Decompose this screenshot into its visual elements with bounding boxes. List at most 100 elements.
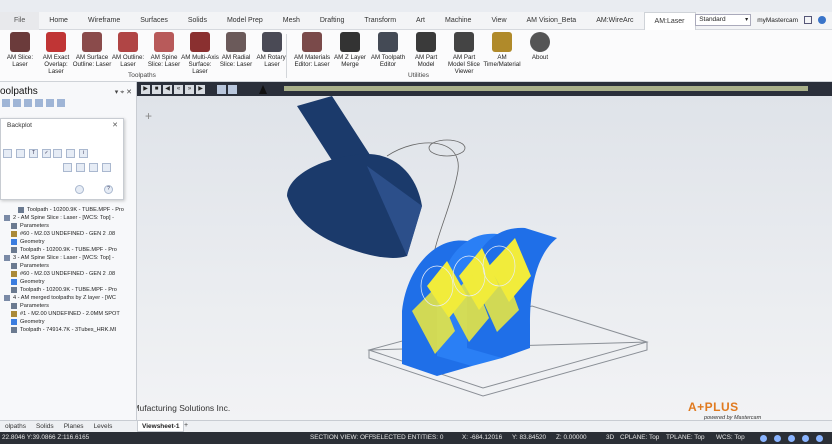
tree-item[interactable]: Toolpath - 74914.7K - 3Tubes_HRK.MI: [4, 326, 136, 334]
playback-slider[interactable]: [284, 86, 808, 91]
utility-button-1[interactable]: AM Z Layer Merge: [330, 32, 370, 68]
bp-ok-icon[interactable]: [75, 185, 84, 194]
tab-file[interactable]: File: [0, 11, 40, 30]
tab-machine[interactable]: Machine: [435, 12, 481, 30]
utility-button-4[interactable]: AM Part Model Slice Viewer: [444, 32, 484, 75]
close-icon[interactable]: ✕: [112, 121, 118, 129]
bp-help-icon[interactable]: ?: [104, 185, 113, 194]
status-section-view[interactable]: SECTION VIEW: OFF: [310, 432, 373, 444]
tree-item[interactable]: 3 - AM Spine Slice : Laser - [WCS: Top] …: [4, 254, 136, 262]
chat-icon[interactable]: [804, 16, 812, 24]
ribbon-button-4[interactable]: AM Spine Slice: Laser: [144, 32, 184, 68]
tab-am-vision-beta[interactable]: AM Vision_Beta: [517, 12, 587, 30]
speed-icon[interactable]: [228, 84, 237, 94]
tree-item[interactable]: Parameters: [4, 222, 136, 230]
bp-export-icon[interactable]: [102, 163, 111, 172]
bp-color-icon[interactable]: [66, 149, 75, 158]
forward-icon[interactable]: »: [185, 84, 194, 94]
tab-art[interactable]: Art: [406, 12, 435, 30]
viewsheet-tab[interactable]: Viewsheet-1: [137, 420, 185, 432]
globe-icon[interactable]: [774, 435, 781, 442]
tree-item[interactable]: Geometry: [4, 278, 136, 286]
bp-filter-icon[interactable]: [53, 149, 62, 158]
select-all-icon[interactable]: [2, 99, 10, 107]
tab-surfaces[interactable]: Surfaces: [130, 12, 178, 30]
stop-icon[interactable]: ■: [152, 84, 161, 94]
tab-home[interactable]: Home: [39, 12, 78, 30]
tree-node-icon: [4, 255, 10, 261]
wireframe-icon[interactable]: [802, 435, 809, 442]
tree-item[interactable]: Parameters: [4, 262, 136, 270]
utility-button-6[interactable]: About: [520, 32, 560, 61]
bp-tool-icon[interactable]: T: [29, 149, 38, 158]
group-label-utilities: Utilities: [408, 72, 429, 79]
tab-am-wirearc[interactable]: AM:WireArc: [586, 12, 643, 30]
manager-tab-3[interactable]: Levels: [89, 423, 118, 430]
utility-button-5[interactable]: AM Time/Material: [482, 32, 522, 68]
view-cube-icon[interactable]: [760, 435, 767, 442]
bp-display-icon[interactable]: [3, 149, 12, 158]
bp-axes-icon[interactable]: [16, 149, 25, 158]
utility-button-0[interactable]: AM Materials Editor: Laser: [292, 32, 332, 68]
bp-info-icon[interactable]: i: [79, 149, 88, 158]
tree-item[interactable]: 4 - AM merged toolpaths by Z layer - [WC: [4, 294, 136, 302]
graphics-viewport[interactable]: + © Copyright 2023 CAMufacturing Solutio…: [52, 96, 832, 421]
lock-icon[interactable]: [46, 99, 54, 107]
tab-model-prep[interactable]: Model Prep: [217, 12, 273, 30]
ribbon-button-1[interactable]: AM Exact Overlap: Laser: [36, 32, 76, 75]
move-up-icon[interactable]: [24, 99, 32, 107]
tree-item[interactable]: 2 - AM Spine Slice : Laser - [WCS: Top] …: [4, 214, 136, 222]
utility-button-3[interactable]: AM Part Model: [406, 32, 446, 68]
end-icon[interactable]: ▶: [196, 84, 205, 94]
help-icon[interactable]: [818, 16, 826, 24]
move-down-icon[interactable]: [35, 99, 43, 107]
account-label[interactable]: myMastercam: [757, 17, 798, 24]
manager-tab-2[interactable]: Planes: [59, 423, 89, 430]
status-mode[interactable]: 3D: [606, 432, 614, 444]
tree-item[interactable]: #1 - M2.00 UNDEFINED - 2.0MM SPOT: [4, 310, 136, 318]
rewind-icon[interactable]: «: [174, 84, 183, 94]
toolpaths-manager: oolpaths ▾ ⌖ ✕ Backplot ✕ T ✓ i ? Toolpa…: [0, 82, 137, 420]
status-tplane[interactable]: TPLANE: Top: [666, 432, 705, 444]
bp-holder-icon[interactable]: ✓: [42, 149, 51, 158]
play-icon[interactable]: ▶: [141, 84, 150, 94]
post-icon[interactable]: [57, 99, 65, 107]
translucency-icon[interactable]: [816, 435, 823, 442]
tab-mesh[interactable]: Mesh: [273, 12, 310, 30]
tab-transform[interactable]: Transform: [354, 12, 406, 30]
bp-save-icon[interactable]: [89, 163, 98, 172]
bp-settings-icon[interactable]: [76, 163, 85, 172]
regen-icon[interactable]: [13, 99, 21, 107]
manager-tab-1[interactable]: Solids: [31, 423, 59, 430]
tree-item[interactable]: Parameters: [4, 302, 136, 310]
ribbon-button-2[interactable]: AM Surface Outline: Laser: [72, 32, 112, 68]
status-cplane[interactable]: CPLANE: Top: [620, 432, 659, 444]
tree-item[interactable]: #60 - M2.03 UNDEFINED - GEN 2 .08: [4, 230, 136, 238]
tree-item[interactable]: Toolpath - 10200.9K - TUBE.MPF - Pro: [4, 206, 136, 214]
tab-solids[interactable]: Solids: [178, 12, 217, 30]
tree-item[interactable]: Geometry: [4, 238, 136, 246]
panel-controls[interactable]: ▾ ⌖ ✕: [115, 88, 132, 97]
mode-select[interactable]: Standard: [695, 14, 752, 26]
tree-item[interactable]: Toolpath - 10200.9K - TUBE.MPF - Pro: [4, 246, 136, 254]
bp-option-icon[interactable]: [63, 163, 72, 172]
add-viewsheet-button[interactable]: +: [184, 420, 188, 432]
status-wcs[interactable]: WCS: Top: [716, 432, 745, 444]
tab-wireframe[interactable]: Wireframe: [78, 12, 130, 30]
step-back-icon[interactable]: ◀: [163, 84, 172, 94]
manager-tab-0[interactable]: olpaths: [0, 423, 31, 430]
ribbon-button-0[interactable]: AM Slice: Laser: [0, 32, 40, 68]
tab-view[interactable]: View: [481, 12, 516, 30]
speed-knob-icon[interactable]: [259, 84, 267, 94]
tree-item[interactable]: Geometry: [4, 318, 136, 326]
tab-drafting[interactable]: Drafting: [310, 12, 355, 30]
tab-am-laser[interactable]: AM:Laser: [643, 11, 696, 30]
utility-button-2[interactable]: AM Toolpath Editor: [368, 32, 408, 68]
ribbon-button-5[interactable]: AM Multi-Axis Surface: Laser: [180, 32, 220, 75]
ribbon-button-6[interactable]: AM Radial Slice: Laser: [216, 32, 256, 68]
shading-icon[interactable]: [788, 435, 795, 442]
tree-item[interactable]: #60 - M2.03 UNDEFINED - GEN 2 .08: [4, 270, 136, 278]
options-icon[interactable]: [217, 84, 226, 94]
tree-item[interactable]: Toolpath - 10200.9K - TUBE.MPF - Pro: [4, 286, 136, 294]
ribbon-button-3[interactable]: AM Outline: Laser: [108, 32, 148, 68]
